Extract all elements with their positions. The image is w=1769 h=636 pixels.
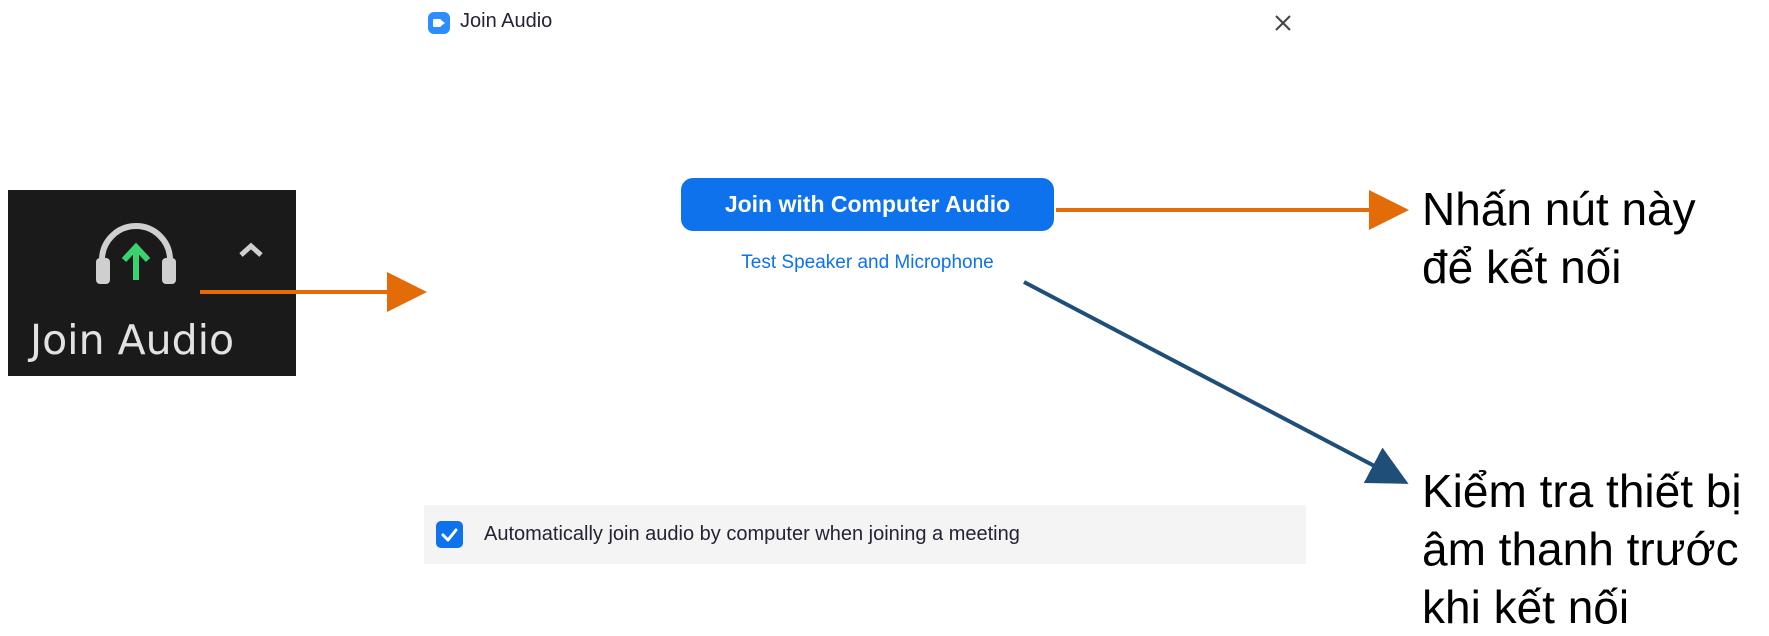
arrow-test-to-note: [1023, 280, 1409, 484]
annotation-join-note: Nhấn nút này để kết nối: [1422, 180, 1696, 296]
annotation-test-note-line3: khi kết nối: [1422, 581, 1630, 633]
annotation-test-note-line1: Kiểm tra thiết bị: [1422, 465, 1742, 517]
annotation-join-note-line2: để kết nối: [1422, 241, 1622, 293]
annotation-test-note: Kiểm tra thiết bị âm thanh trước khi kết…: [1422, 462, 1742, 636]
annotation-test-note-line2: âm thanh trước: [1422, 523, 1739, 575]
annotation-join-note-line1: Nhấn nút này: [1422, 183, 1696, 235]
